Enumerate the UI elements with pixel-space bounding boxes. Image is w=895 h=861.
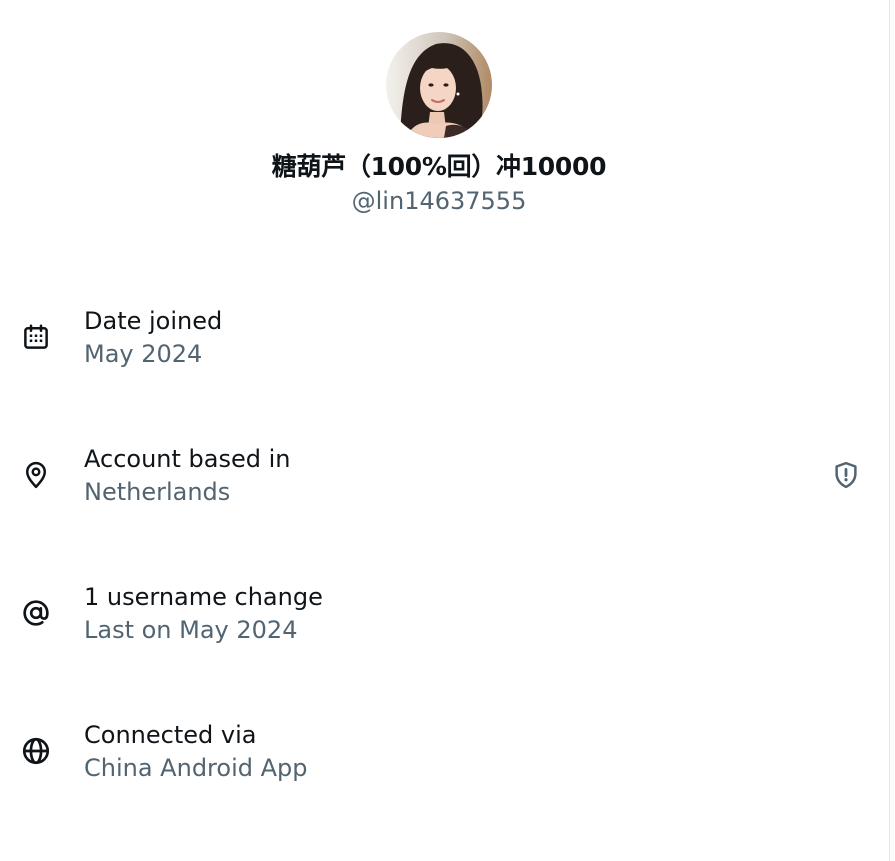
- scrollbar-track[interactable]: [889, 0, 895, 861]
- about-account-page: 糖葫芦（100%回）冲10000 @lin14637555 Date joine…: [0, 0, 895, 861]
- about-row-date-joined: Date joined May 2024: [0, 305, 878, 377]
- about-row-username-changes: 1 username change Last on May 2024: [0, 581, 878, 653]
- username-handle: @lin14637555: [351, 187, 527, 215]
- at-sign-icon: [18, 595, 54, 631]
- connected-via-label: Connected via: [84, 721, 257, 749]
- location-pin-icon: [18, 457, 54, 493]
- username-change-value: Last on May 2024: [84, 616, 298, 644]
- globe-icon: [18, 733, 54, 769]
- account-based-in-value: Netherlands: [84, 478, 231, 506]
- date-joined-label: Date joined: [84, 307, 223, 335]
- username-change-label: 1 username change: [84, 583, 323, 611]
- about-row-connected-via: Connected via China Android App: [0, 719, 878, 791]
- shield-alert-icon[interactable]: [828, 457, 864, 493]
- date-joined-value: May 2024: [84, 340, 203, 368]
- account-based-in-label: Account based in: [84, 445, 291, 473]
- avatar[interactable]: [386, 32, 492, 138]
- display-name: 糖葫芦（100%回）冲10000: [271, 152, 607, 181]
- calendar-icon: [18, 319, 54, 355]
- profile-header: 糖葫芦（100%回）冲10000 @lin14637555: [0, 32, 878, 217]
- about-row-account-location: Account based in Netherlands: [0, 443, 878, 515]
- connected-via-value: China Android App: [84, 754, 308, 782]
